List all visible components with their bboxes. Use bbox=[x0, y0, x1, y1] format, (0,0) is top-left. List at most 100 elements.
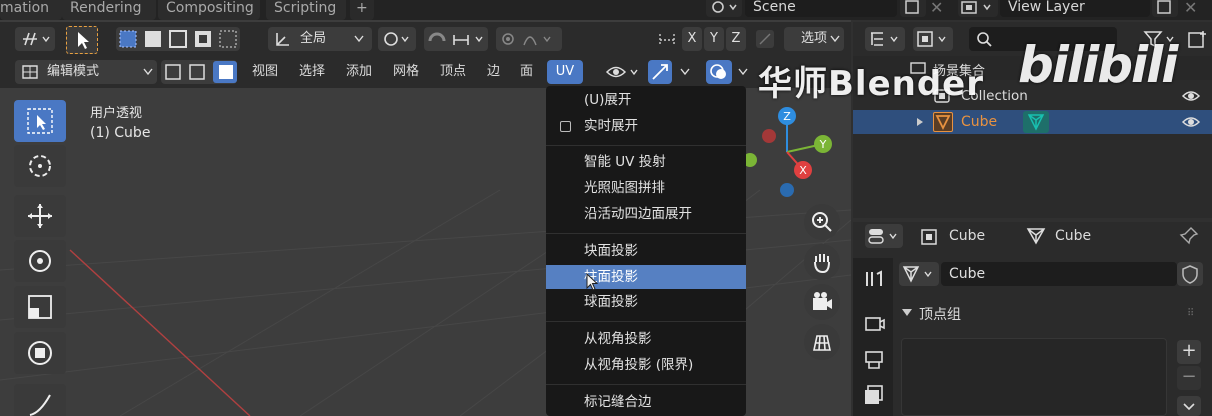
eye-icon[interactable] bbox=[1181, 114, 1201, 130]
transform-orientation-label: 全局 bbox=[300, 31, 327, 46]
tool-cursor[interactable] bbox=[14, 145, 66, 187]
mesh-data-icon[interactable] bbox=[1023, 111, 1049, 133]
uv-menu-live-unwrap[interactable]: 实时展开 bbox=[546, 114, 746, 138]
tool-transform[interactable] bbox=[14, 332, 66, 374]
mirror-y-toggle[interactable]: Y bbox=[704, 27, 724, 51]
outliner-editor-type[interactable] bbox=[865, 27, 905, 51]
menu-select[interactable]: 选择 bbox=[291, 60, 333, 84]
view-layer-name-field[interactable]: View Layer bbox=[1000, 0, 1150, 17]
select-mode-icons[interactable] bbox=[161, 60, 237, 84]
new-collection-button[interactable] bbox=[1187, 29, 1209, 51]
mirror-icon[interactable] bbox=[656, 30, 678, 50]
view-layer-selector[interactable] bbox=[958, 0, 998, 17]
menu-view[interactable]: 视图 bbox=[244, 60, 286, 84]
scene-icon bbox=[712, 1, 737, 13]
pan-button[interactable] bbox=[804, 244, 840, 280]
tool-move[interactable] bbox=[14, 195, 66, 237]
vertex-group-specials-button[interactable] bbox=[1177, 396, 1201, 416]
scene-name-field[interactable]: Scene bbox=[745, 0, 897, 17]
show-overlays-toggle[interactable] bbox=[706, 60, 732, 84]
eye-icon bbox=[605, 66, 638, 78]
workspace-tab-scripting[interactable]: Scripting bbox=[266, 0, 346, 20]
remove-vertex-group-button[interactable]: − bbox=[1177, 366, 1201, 390]
workspace-bar: mation Rendering Compositing Scripting +… bbox=[0, 0, 1212, 20]
menu-mesh[interactable]: 网格 bbox=[385, 60, 427, 84]
outliner-icon bbox=[871, 32, 898, 46]
menu-add[interactable]: 添加 bbox=[338, 60, 380, 84]
uv-menu-cylinder-projection[interactable]: 柱面投影 bbox=[546, 265, 746, 289]
add-vertex-group-button[interactable]: + bbox=[1177, 340, 1201, 364]
navigation-gizmo[interactable]: Z Y X bbox=[740, 100, 840, 210]
tool-tab-icon[interactable] bbox=[863, 268, 885, 290]
show-gizmo-toggle[interactable] bbox=[648, 60, 672, 84]
proportional-editing-toggle[interactable] bbox=[496, 27, 562, 51]
chevron-down-icon[interactable] bbox=[738, 68, 748, 76]
transform-icon bbox=[28, 341, 52, 365]
new-view-layer-button[interactable] bbox=[1152, 0, 1178, 17]
vertex-groups-list[interactable] bbox=[901, 338, 1167, 416]
tool-annotate[interactable] bbox=[14, 384, 66, 416]
tool-select-box[interactable] bbox=[14, 100, 66, 142]
camera-view-button[interactable] bbox=[804, 284, 840, 320]
transform-orientation-dropdown[interactable]: 全局 bbox=[268, 27, 372, 51]
render-tab-icon[interactable] bbox=[863, 312, 885, 334]
snap-magnet-icon bbox=[428, 32, 483, 45]
uv-menu-unwrap[interactable]: (U)展开 bbox=[546, 88, 746, 112]
tool-rotate[interactable] bbox=[14, 240, 66, 282]
fake-user-button[interactable] bbox=[1177, 262, 1203, 286]
orthographic-toggle-button[interactable] bbox=[804, 324, 840, 360]
menu-face[interactable]: 面 bbox=[512, 60, 541, 84]
mesh-name-input[interactable]: Cube bbox=[941, 262, 1177, 286]
topology-mirror-icon[interactable] bbox=[754, 28, 776, 50]
options-dropdown[interactable]: 选项 bbox=[784, 27, 844, 51]
interaction-mode-dropdown[interactable]: 编辑模式 bbox=[15, 60, 157, 84]
outliner-object-row[interactable]: Cube bbox=[853, 110, 1212, 134]
scene-selector[interactable] bbox=[706, 0, 742, 17]
view-layer-tab-icon[interactable] bbox=[863, 384, 885, 406]
uv-menu-follow-active-quads[interactable]: 沿活动四边面展开 bbox=[546, 202, 746, 226]
pin-icon[interactable] bbox=[1179, 226, 1199, 246]
zoom-button[interactable] bbox=[804, 204, 840, 240]
collapse-triangle-icon[interactable] bbox=[901, 308, 913, 318]
menu-vertex[interactable]: 顶点 bbox=[432, 60, 474, 84]
mesh-browse-dropdown[interactable] bbox=[899, 262, 939, 286]
workspace-tab-animation[interactable]: mation bbox=[0, 0, 62, 20]
uv-menu-project-from-view-bounds[interactable]: 从视角投影 (限界) bbox=[546, 353, 746, 377]
select-tool-button[interactable] bbox=[66, 26, 98, 54]
gizmo-y-label: Y bbox=[819, 138, 827, 151]
snapping-dropdown[interactable] bbox=[424, 27, 488, 51]
menu-edge[interactable]: 边 bbox=[479, 60, 508, 84]
eye-icon[interactable] bbox=[1181, 88, 1201, 104]
chevron-down-icon[interactable] bbox=[680, 68, 690, 76]
uv-menu-sphere-projection[interactable]: 球面投影 bbox=[546, 290, 746, 314]
breadcrumb-object: Cube bbox=[949, 228, 986, 244]
output-tab-icon[interactable] bbox=[863, 348, 885, 370]
editor-type-button[interactable] bbox=[15, 27, 55, 51]
add-workspace-button[interactable]: + bbox=[350, 0, 374, 20]
expand-triangle-icon[interactable] bbox=[915, 117, 925, 127]
uv-menu-smart-uv-project[interactable]: 智能 UV 投射 bbox=[546, 150, 746, 174]
uv-menu-project-from-view[interactable]: 从视角投影 bbox=[546, 327, 746, 351]
mirror-x-toggle[interactable]: X bbox=[682, 27, 702, 51]
close-icon[interactable]: ✕ bbox=[1184, 0, 1197, 17]
new-scene-button[interactable] bbox=[900, 0, 926, 17]
mirror-z-toggle[interactable]: Z bbox=[726, 27, 746, 51]
vertex-groups-section-title[interactable]: 顶点组 bbox=[919, 304, 961, 324]
drag-handle-icon[interactable]: ⠿ bbox=[1187, 308, 1194, 319]
object-visibility-dropdown[interactable] bbox=[604, 60, 642, 84]
options-label: 选项 bbox=[800, 31, 827, 46]
close-icon[interactable]: ✕ bbox=[930, 0, 943, 17]
uv-menu-cube-projection[interactable]: 块面投影 bbox=[546, 239, 746, 263]
uv-menu-lightmap-pack[interactable]: 光照贴图拼排 bbox=[546, 176, 746, 200]
menu-uv[interactable]: UV bbox=[547, 60, 583, 84]
workspace-tab-rendering[interactable]: Rendering bbox=[62, 0, 156, 20]
display-mode-dropdown[interactable] bbox=[913, 27, 953, 51]
uv-menu-mark-seam[interactable]: 标记缝合边 bbox=[546, 390, 746, 414]
workspace-tab-compositing[interactable]: Compositing bbox=[158, 0, 260, 20]
properties-editor-type[interactable] bbox=[865, 224, 903, 248]
breadcrumb-mesh: Cube bbox=[1055, 228, 1092, 244]
pivot-point-dropdown[interactable] bbox=[378, 27, 416, 51]
selection-mode-icons[interactable] bbox=[116, 27, 240, 51]
tool-scale[interactable] bbox=[14, 286, 66, 328]
mesh-data-icon bbox=[902, 266, 932, 283]
